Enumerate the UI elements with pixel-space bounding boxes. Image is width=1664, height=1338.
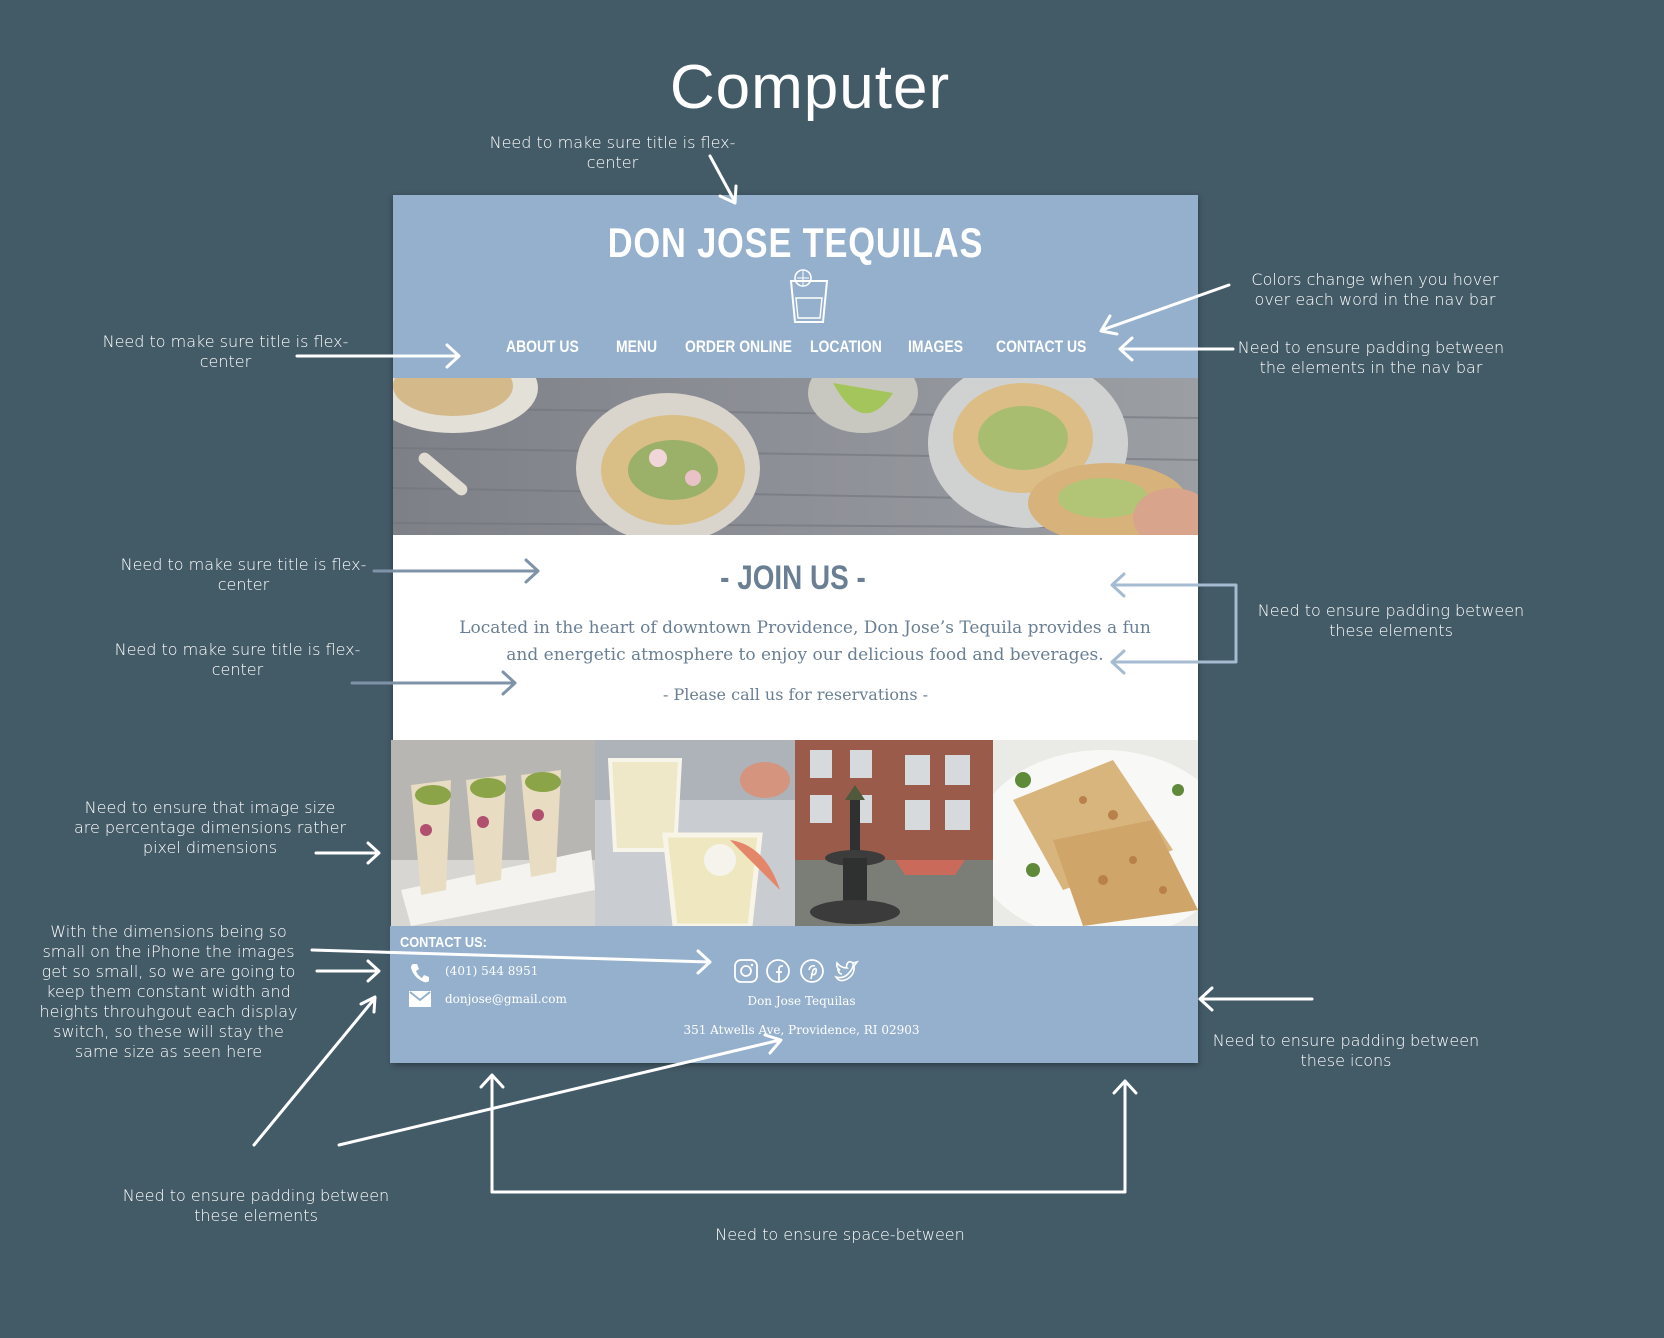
annotation-icon-padding: Need to ensure padding between these ico… (1212, 1031, 1480, 1070)
tequila-glass-icon (789, 269, 829, 323)
twitter-icon[interactable] (833, 958, 861, 984)
instagram-icon[interactable] (733, 958, 759, 984)
site-header: DON JOSE TEQUILAS ABOUT US MENU ORDER ON… (393, 195, 1198, 378)
image-gallery (391, 740, 1198, 926)
annotation-title-center-join: Need to make sure title is flex-center (120, 555, 367, 594)
annotation-join-padding: Need to ensure padding between these ele… (1257, 601, 1525, 640)
annotation-nav-hover: Colors change when you hover over each w… (1251, 270, 1499, 309)
annotation-title-center-top: Need to make sure title is flex-center (489, 133, 736, 172)
site-footer: CONTACT US: (401) 544 8951 donjose@gmail… (390, 926, 1198, 1063)
social-icons (733, 958, 873, 988)
annotation-space-between: Need to ensure space-between (715, 1225, 965, 1244)
nav-item-about-us[interactable]: ABOUT US (506, 337, 579, 357)
nav-item-menu[interactable]: MENU (616, 337, 657, 357)
nav-item-order-online[interactable]: ORDER ONLINE (685, 337, 792, 357)
website-mockup: DON JOSE TEQUILAS ABOUT US MENU ORDER ON… (390, 195, 1198, 1063)
join-text: Located in the heart of downtown Provide… (459, 618, 1151, 665)
annotation-iphone-images: With the dimensions being so small on th… (39, 922, 298, 1061)
site-brand: DON JOSE TEQUILAS (607, 219, 984, 266)
phone-icon (411, 964, 429, 983)
contact-heading: CONTACT US: (400, 934, 487, 951)
facebook-icon[interactable] (765, 958, 791, 984)
reservation-call: - Please call us for reservations - (662, 685, 929, 704)
pinterest-icon[interactable] (799, 958, 825, 984)
annotation-nav-padding: Need to ensure padding between the eleme… (1237, 338, 1505, 377)
join-title: - JOIN US - (720, 559, 866, 597)
hero-image (393, 378, 1198, 535)
annotation-image-percent: Need to ensure that image size are perce… (73, 798, 347, 857)
footer-address: 351 Atwells Ave, Providence, RI 02903 (683, 1023, 920, 1037)
gallery-image-margaritas (595, 740, 795, 926)
annotation-title-center-text: Need to make sure title is flex-center (114, 640, 361, 679)
nav-item-contact-us[interactable]: CONTACT US (996, 337, 1086, 357)
annotation-title-center-nav: Need to make sure title is flex-center (102, 332, 349, 371)
gallery-image-quesadilla (993, 740, 1198, 926)
join-section: - JOIN US - Located in the heart of down… (393, 535, 1198, 735)
hero-tacos-photo (393, 378, 1198, 535)
footer-business-name: Don Jose Tequilas (747, 994, 856, 1008)
annotation-footer-padding: Need to ensure padding between these ele… (122, 1186, 390, 1225)
nav-item-images[interactable]: IMAGES (908, 337, 963, 357)
page-title: Computer (669, 53, 951, 122)
gallery-image-fountain (795, 740, 993, 926)
gallery-image-tacos (391, 740, 595, 926)
nav-bar: ABOUT US MENU ORDER ONLINE LOCATION IMAG… (393, 337, 1198, 363)
nav-item-location[interactable]: LOCATION (810, 337, 882, 357)
contact-phone-text: (401) 544 8951 (445, 964, 539, 978)
